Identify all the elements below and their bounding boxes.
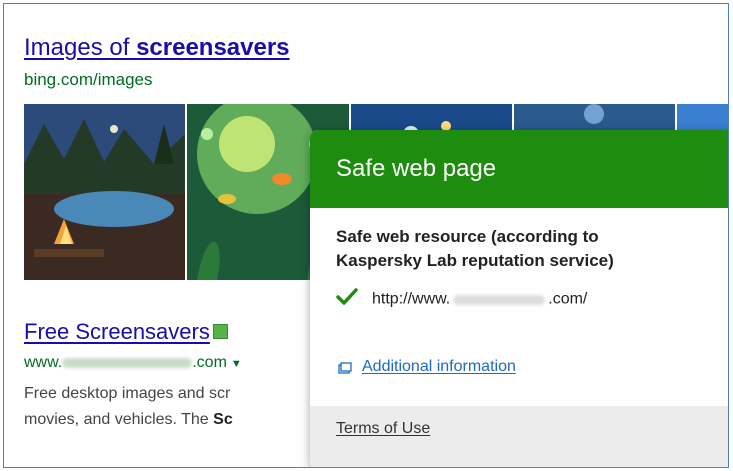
additional-information-text: Additional information xyxy=(362,358,516,375)
safe-badge-icon[interactable] xyxy=(212,323,228,339)
popup-heading-line-2: Kaspersky Lab reputation service) xyxy=(336,251,614,270)
safe-web-page-popup: Safe web page Safe web resource (accordi… xyxy=(310,130,728,467)
images-title-bold: screensavers xyxy=(136,34,290,61)
web-url-suffix: .com xyxy=(192,354,227,371)
popup-header: Safe web page xyxy=(310,130,728,208)
web-result-title[interactable]: Free Screensavers xyxy=(24,319,228,345)
popup-url: http://www. .com/ xyxy=(336,288,587,311)
search-results-frame: Images of screensavers bing.com/images F… xyxy=(3,3,729,468)
popup-heading-line-1: Safe web resource (according to xyxy=(336,227,599,246)
web-result-url: www. .com ▼ xyxy=(24,354,242,372)
dropdown-caret-icon[interactable]: ▼ xyxy=(231,358,242,370)
checkmark-icon xyxy=(336,288,358,311)
images-result-title[interactable]: Images of screensavers xyxy=(24,34,290,62)
popup-body: Safe web resource (according to Kaspersk… xyxy=(310,208,728,408)
web-url-prefix: www. xyxy=(24,354,63,371)
blurred-domain xyxy=(453,294,546,305)
snippet-line-2: movies, and vehicles. The Sc xyxy=(24,407,233,433)
additional-information-link[interactable]: Additional information xyxy=(338,358,516,376)
external-window-icon xyxy=(338,361,352,374)
terms-of-use-link[interactable]: Terms of Use xyxy=(336,420,430,438)
images-result-url: bing.com/images xyxy=(24,70,153,89)
snippet-line-1: Free desktop images and scr xyxy=(24,385,231,402)
web-result-snippet: Free desktop images and scr movies, and … xyxy=(24,381,233,433)
snippet-line-2-bold: Sc xyxy=(213,411,233,428)
snippet-line-2-text: movies, and vehicles. The xyxy=(24,411,214,428)
images-title-prefix: Images of xyxy=(24,34,137,61)
popup-footer: Terms of Use xyxy=(310,406,728,467)
blurred-domain xyxy=(62,357,193,368)
web-result-title-text: Free Screensavers xyxy=(24,319,210,344)
popup-url-suffix: .com/ xyxy=(548,290,588,308)
popup-url-prefix: http://www. xyxy=(372,290,451,308)
thumbnail-lake-campfire[interactable] xyxy=(24,104,185,280)
